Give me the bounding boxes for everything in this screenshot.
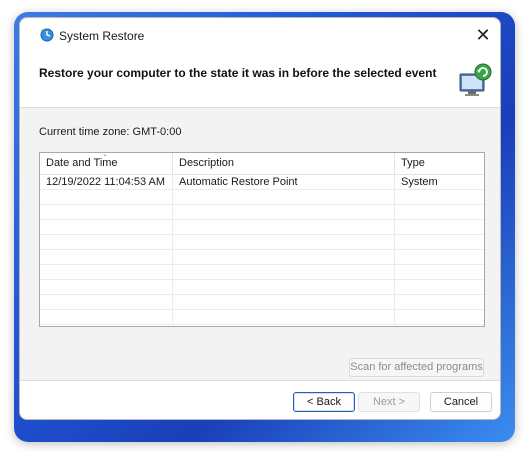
- column-label: Description: [179, 157, 235, 169]
- empty-row: [40, 220, 484, 235]
- wizard-heading: Restore your computer to the state it wa…: [39, 66, 437, 80]
- restore-points-list[interactable]: ⌄ Date and Time Description Type 12/19/2…: [39, 152, 485, 327]
- close-icon: ✕: [475, 25, 491, 45]
- list-header: ⌄ Date and Time Description Type: [40, 153, 484, 175]
- restore-monitor-icon: [459, 63, 492, 96]
- empty-row: [40, 265, 484, 280]
- wizard-header: Restore your computer to the state it wa…: [20, 52, 500, 108]
- empty-row: [40, 235, 484, 250]
- empty-row: [40, 250, 484, 265]
- empty-row: [40, 280, 484, 295]
- empty-row: [40, 310, 484, 325]
- list-rows: 12/19/2022 11:04:53 AM Automatic Restore…: [40, 175, 484, 325]
- cell-date: 12/19/2022 11:04:53 AM: [40, 175, 173, 190]
- title-bar: System Restore ✕: [20, 18, 500, 52]
- close-button[interactable]: ✕: [472, 24, 494, 46]
- column-label: Type: [401, 157, 425, 169]
- window-title: System Restore: [59, 29, 145, 43]
- timezone-label: Current time zone: GMT-0:00: [39, 126, 182, 138]
- sort-descending-icon: ⌄: [102, 152, 108, 158]
- empty-row: [40, 190, 484, 205]
- cancel-button[interactable]: Cancel: [430, 392, 492, 412]
- cell-description: Automatic Restore Point: [173, 175, 395, 190]
- empty-row: [40, 295, 484, 310]
- column-header-description[interactable]: Description: [173, 153, 395, 175]
- table-row[interactable]: 12/19/2022 11:04:53 AM Automatic Restore…: [40, 175, 484, 190]
- back-button[interactable]: < Back: [293, 392, 355, 412]
- wizard-footer: < Back Next > Cancel: [20, 380, 500, 419]
- system-restore-icon: [40, 28, 54, 42]
- scan-affected-programs-button[interactable]: Scan for affected programs: [349, 358, 484, 377]
- next-button[interactable]: Next >: [358, 392, 420, 412]
- cell-type: System: [401, 176, 438, 188]
- system-restore-dialog: System Restore ✕ Restore your computer t…: [19, 17, 501, 420]
- wizard-body: Current time zone: GMT-0:00 ⌄ Date and T…: [20, 108, 500, 380]
- column-header-type[interactable]: Type: [395, 153, 484, 175]
- empty-row: [40, 205, 484, 220]
- column-header-date[interactable]: ⌄ Date and Time: [40, 153, 173, 175]
